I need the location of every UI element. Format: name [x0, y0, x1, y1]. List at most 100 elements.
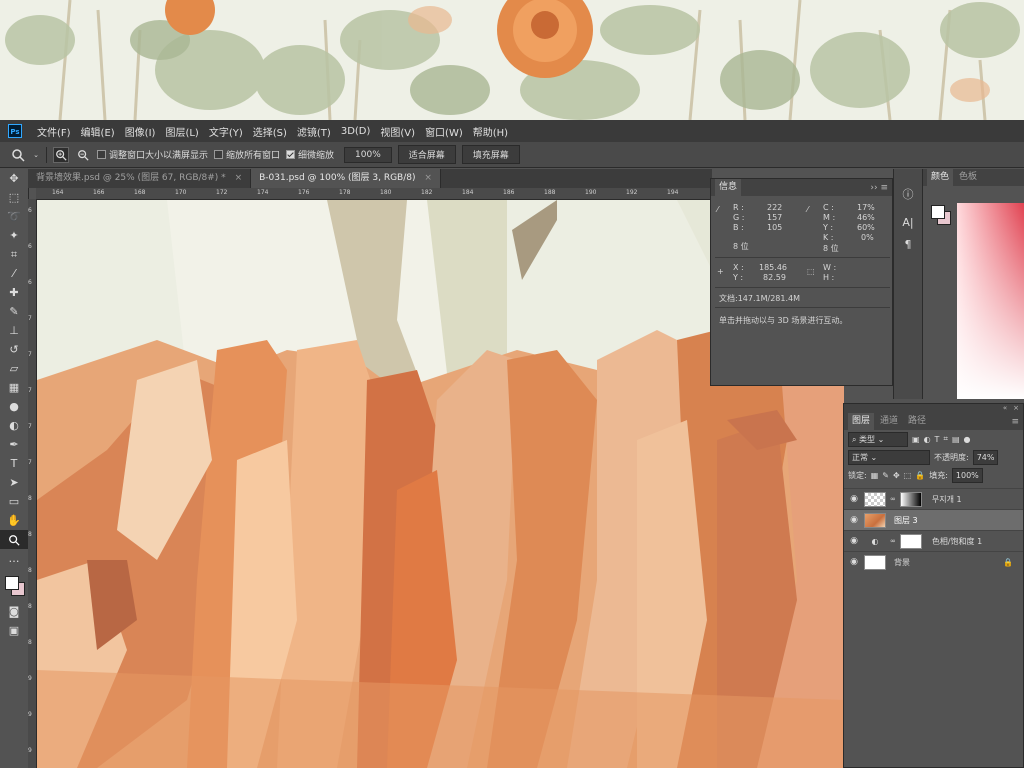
layer-row-selected[interactable]: ◉ 图层 3	[844, 509, 1023, 530]
visibility-eye-icon[interactable]: ◉	[848, 557, 860, 567]
filter-kind-select[interactable]: ⌕ 类型 ⌄	[848, 431, 908, 447]
dodge-tool-icon[interactable]: ◐	[0, 416, 28, 435]
clone-stamp-tool-icon[interactable]: ⊥	[0, 321, 28, 340]
close-icon[interactable]: ×	[424, 173, 432, 183]
marquee-tool-icon[interactable]: ⬚	[0, 188, 28, 207]
ruler-tick-label: 8	[28, 639, 32, 646]
chevron-down-icon[interactable]: ⌄	[32, 147, 40, 163]
filter-pixel-icon[interactable]: ▣	[912, 435, 920, 444]
tab-paths[interactable]: 路径	[904, 413, 930, 430]
eraser-tool-icon[interactable]: ▱	[0, 359, 28, 378]
foreground-color-swatch[interactable]	[5, 576, 19, 590]
screen-mode-icon[interactable]: ▣	[0, 621, 28, 640]
layer-row[interactable]: ◉ 背景 🔒	[844, 551, 1023, 572]
menu-help[interactable]: 帮助(H)	[468, 124, 513, 139]
layer-row[interactable]: ◉ ∞ 무지개 1	[844, 488, 1023, 509]
visibility-eye-icon[interactable]: ◉	[848, 536, 860, 546]
fit-screen-button[interactable]: 适合屏幕	[397, 145, 456, 164]
menu-bar: Ps 文件(F) 编辑(E) 图像(I) 图层(L) 文字(Y) 选择(S) 滤…	[0, 120, 1024, 142]
opacity-input[interactable]: 74%	[972, 449, 999, 465]
panel-menu-icon[interactable]: ≡	[1011, 417, 1019, 427]
menu-view[interactable]: 视图(V)	[375, 124, 420, 139]
info-icon[interactable]: ⓘ	[894, 183, 922, 205]
scrubby-zoom-checkbox[interactable]: 细微缩放	[286, 148, 334, 161]
zoom-in-icon[interactable]	[53, 146, 69, 163]
eyedropper-icon[interactable]: ⁄	[807, 205, 808, 214]
magic-wand-tool-icon[interactable]: ✦	[0, 226, 28, 245]
menu-edit[interactable]: 编辑(E)	[76, 124, 120, 139]
fill-input[interactable]: 100%	[951, 467, 983, 483]
menu-file[interactable]: 文件(F)	[32, 124, 76, 139]
tab-document-1[interactable]: 背景墙效果.psd @ 25% (图层 67, RGB/8#) * ×	[28, 169, 252, 188]
path-selection-tool-icon[interactable]: ➤	[0, 473, 28, 492]
type-tool-icon[interactable]: T	[0, 454, 28, 473]
zoom-all-windows-checkbox[interactable]: 缩放所有窗口	[214, 148, 280, 161]
foreground-color-chip[interactable]	[931, 205, 945, 219]
paragraph-icon[interactable]: ¶	[894, 233, 922, 255]
blend-mode-select[interactable]: 正常 ⌄	[848, 449, 930, 465]
more-tools-icon[interactable]: …	[0, 549, 28, 568]
move-tool-icon[interactable]: ✥	[0, 169, 28, 188]
resize-window-checkbox[interactable]: 调整窗口大小以满屏显示	[97, 148, 208, 161]
checkbox-box-checked[interactable]	[286, 150, 296, 159]
color-spectrum-field[interactable]	[957, 203, 1024, 399]
filter-toggle-icon[interactable]: ●	[964, 435, 971, 444]
tab-swatches[interactable]: 色板	[955, 169, 981, 186]
tab-layers[interactable]: 图层	[848, 413, 875, 430]
menu-filter[interactable]: 滤镜(T)	[292, 124, 336, 139]
menu-layer[interactable]: 图层(L)	[160, 124, 203, 139]
hand-tool-icon[interactable]: ✋	[0, 511, 28, 530]
g-label: G :	[733, 213, 745, 222]
menu-select[interactable]: 选择(S)	[248, 124, 292, 139]
checkbox-box[interactable]	[97, 150, 106, 159]
lock-artboard-icon[interactable]: ⬚	[904, 471, 912, 480]
checkbox-box[interactable]	[214, 150, 224, 159]
healing-brush-tool-icon[interactable]: ✚	[0, 283, 28, 302]
lock-pixels-icon[interactable]: ✎	[882, 471, 889, 480]
zoom-out-icon[interactable]	[75, 147, 91, 163]
eyedropper-tool-icon[interactable]: ⁄	[0, 264, 28, 283]
h-label: H :	[823, 273, 835, 282]
quick-mask-icon[interactable]: ◙	[0, 602, 28, 621]
tab-info[interactable]: 信息	[715, 179, 742, 196]
history-brush-tool-icon[interactable]: ↺	[0, 340, 28, 359]
tab-color[interactable]: 颜色	[927, 169, 954, 186]
rectangle-tool-icon[interactable]: ▭	[0, 492, 28, 511]
menu-3d[interactable]: 3D(D)	[336, 126, 376, 137]
tab-document-2[interactable]: B-031.psd @ 100% (图层 3, RGB/8) ×	[251, 169, 441, 188]
photoshop-logo-icon[interactable]: Ps	[8, 124, 22, 138]
eyedropper-icon[interactable]: ⁄	[717, 205, 718, 214]
lasso-tool-icon[interactable]: ➰	[0, 207, 28, 226]
visibility-eye-icon[interactable]: ◉	[848, 494, 860, 504]
zoom-tool-preset-icon[interactable]	[10, 147, 26, 163]
menu-window[interactable]: 窗口(W)	[420, 124, 468, 139]
filter-shape-icon[interactable]: ⌗	[943, 434, 948, 444]
layer-row[interactable]: ◉ ◐ ∞ 色相/饱和度 1	[844, 530, 1023, 551]
color-swatches	[0, 568, 28, 602]
lock-transparency-icon[interactable]: ▦	[871, 471, 879, 480]
menu-type[interactable]: 文字(Y)	[204, 124, 248, 139]
close-icon[interactable]: ×	[235, 173, 243, 183]
filter-smart-object-icon[interactable]: ▤	[952, 435, 960, 444]
collapse-icon[interactable]: «	[1003, 404, 1007, 413]
filter-adjustment-icon[interactable]: ◐	[924, 435, 931, 444]
m-label: M :	[823, 213, 836, 222]
blur-tool-icon[interactable]: ●	[0, 397, 28, 416]
fill-screen-button[interactable]: 填充屏幕	[461, 145, 520, 164]
panel-menu-icon[interactable]: ›› ≡	[870, 183, 888, 193]
zoom-tool-icon[interactable]	[0, 530, 28, 549]
brush-tool-icon[interactable]: ✎	[0, 302, 28, 321]
menu-image[interactable]: 图像(I)	[120, 124, 161, 139]
character-icon[interactable]: A|	[894, 211, 922, 233]
filter-type-icon[interactable]: T	[935, 435, 940, 444]
c-value: 17%	[857, 203, 875, 212]
lock-position-icon[interactable]: ✥	[893, 471, 900, 480]
crop-tool-icon[interactable]: ⌗	[0, 245, 28, 264]
lock-all-icon[interactable]: 🔒	[915, 471, 925, 480]
zoom-percent-field[interactable]: 100%	[344, 146, 392, 163]
tab-channels[interactable]: 通道	[876, 413, 902, 430]
pen-tool-icon[interactable]: ✒	[0, 435, 28, 454]
close-icon[interactable]: ×	[1013, 404, 1019, 413]
visibility-eye-icon[interactable]: ◉	[848, 515, 860, 525]
gradient-tool-icon[interactable]: ▦	[0, 378, 28, 397]
